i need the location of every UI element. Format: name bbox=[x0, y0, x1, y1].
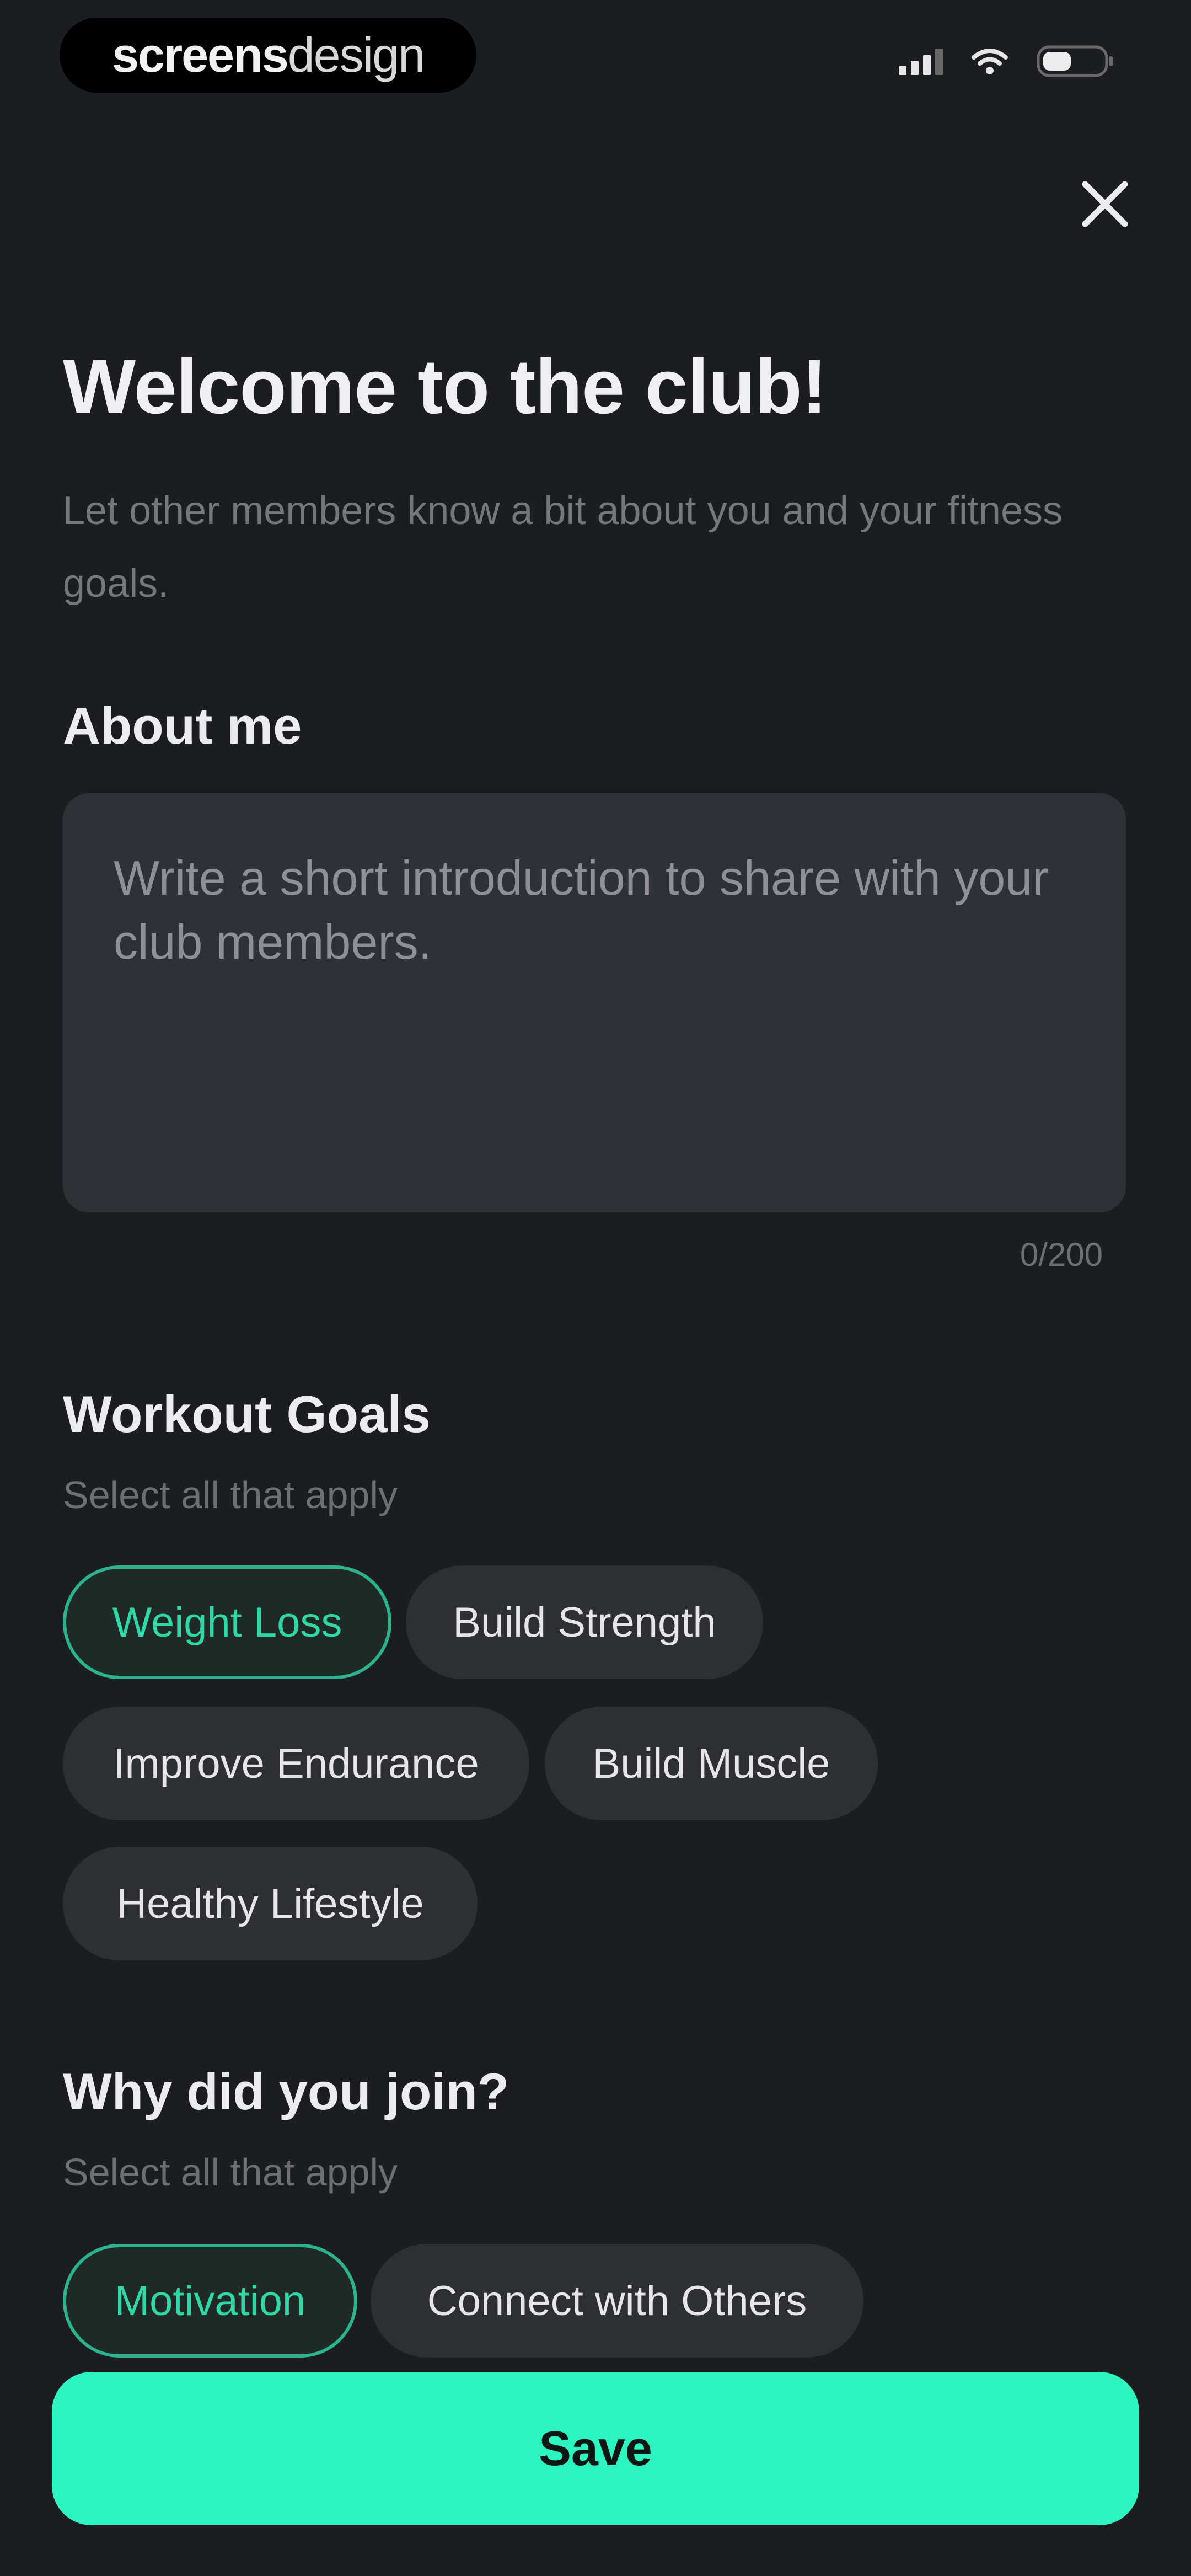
close-icon bbox=[1082, 181, 1128, 227]
signal-icon bbox=[899, 47, 943, 75]
chip-improve-endurance[interactable]: Improve Endurance bbox=[63, 1707, 529, 1820]
chip-build-strength[interactable]: Build Strength bbox=[406, 1565, 763, 1679]
battery-icon bbox=[1037, 45, 1114, 77]
chip-weight-loss[interactable]: Weight Loss bbox=[63, 1565, 391, 1679]
brand-logo-bold: screens bbox=[111, 28, 289, 82]
about-me-input[interactable] bbox=[63, 793, 1126, 1212]
workout-goals-heading: Workout Goals bbox=[63, 1385, 431, 1443]
save-button[interactable]: Save bbox=[52, 2372, 1139, 2525]
brand-logo-light: design bbox=[287, 28, 425, 82]
wifi-icon bbox=[972, 47, 1008, 75]
status-icons bbox=[899, 45, 1114, 77]
close-button[interactable] bbox=[1072, 171, 1138, 237]
chip-healthy-lifestyle[interactable]: Healthy Lifestyle bbox=[63, 1847, 478, 1960]
why-join-hint: Select all that apply bbox=[63, 2151, 398, 2194]
workout-goals-hint: Select all that apply bbox=[63, 1473, 398, 1516]
brand-logo: screens design bbox=[60, 18, 476, 93]
chip-motivation[interactable]: Motivation bbox=[63, 2244, 357, 2358]
why-join-heading: Why did you join? bbox=[63, 2062, 509, 2120]
chip-connect-with-others[interactable]: Connect with Others bbox=[371, 2244, 863, 2358]
page-title: Welcome to the club! bbox=[63, 343, 827, 430]
character-counter: 0/200 bbox=[1020, 1236, 1103, 1273]
chip-build-muscle[interactable]: Build Muscle bbox=[545, 1707, 878, 1820]
about-heading: About me bbox=[63, 697, 302, 755]
page-subtitle: Let other members know a bit about you a… bbox=[63, 489, 1063, 606]
status-bar: screens design bbox=[0, 0, 1191, 116]
